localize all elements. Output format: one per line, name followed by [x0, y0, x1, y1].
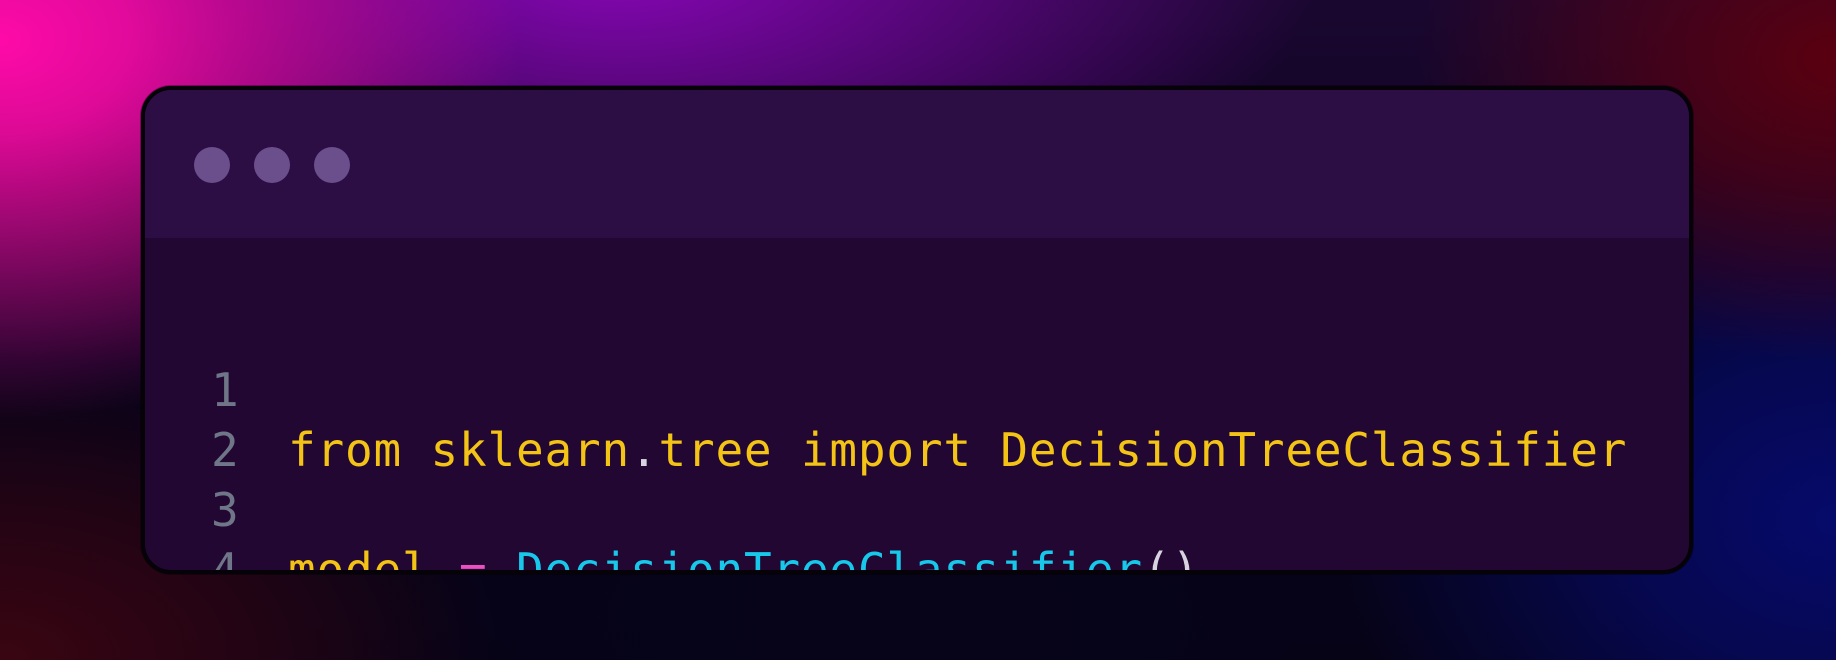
code-line: 2	[145, 360, 311, 477]
code-token-id: sklearn	[430, 423, 630, 477]
code-token-kw: import	[800, 423, 972, 477]
window-titlebar	[145, 90, 1689, 238]
code-token-cls: DecisionTreeClassifier	[515, 543, 1143, 574]
code-line: 4 model.fit(X_train, y_train)	[145, 480, 311, 570]
line-code: from sklearn.tree import DecisionTreeCla…	[288, 420, 1627, 480]
code-line: 3 model = DecisionTreeClassifier()	[145, 420, 1199, 570]
code-window: 1 from sklearn.tree import DecisionTreeC…	[141, 86, 1693, 574]
code-token-id: DecisionTreeClassifier	[1000, 423, 1628, 477]
code-token-id: tree	[658, 423, 773, 477]
window-dot-2[interactable]	[254, 147, 290, 183]
code-token-punc: .	[629, 423, 659, 477]
line-code: model = DecisionTreeClassifier()	[288, 540, 1200, 574]
code-token-punc: ()	[1142, 543, 1200, 574]
window-dot-3[interactable]	[314, 147, 350, 183]
window-dot-1[interactable]	[194, 147, 230, 183]
code-token-op: =	[458, 543, 488, 574]
line-number: 4	[211, 543, 239, 574]
code-line: 1 from sklearn.tree import DecisionTreeC…	[145, 300, 1626, 477]
